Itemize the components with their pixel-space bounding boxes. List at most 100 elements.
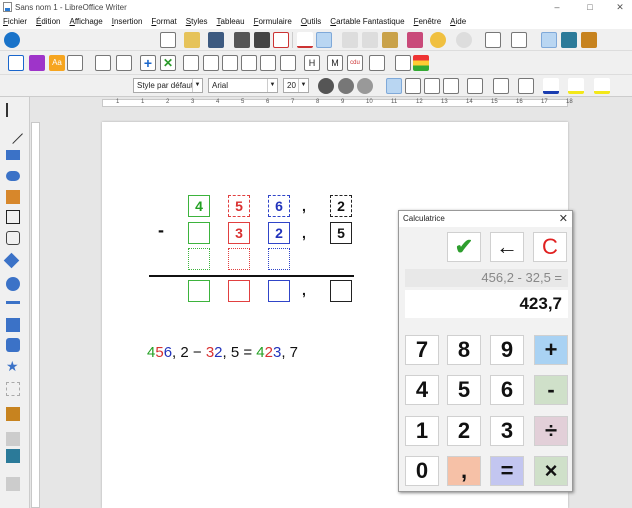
align-center-icon[interactable]: [405, 78, 421, 94]
highlight-icon[interactable]: [568, 78, 584, 94]
document-icon[interactable]: [369, 55, 385, 71]
equation-text[interactable]: 456, 2 − 32, 5 = 423, 7: [147, 344, 298, 361]
digit-tens-row2[interactable]: 3: [228, 222, 250, 244]
carry-cell-hundreds[interactable]: [188, 248, 210, 270]
pdf-export-icon[interactable]: [273, 32, 289, 48]
key-minus[interactable]: -: [534, 375, 568, 405]
paste-icon[interactable]: [382, 32, 398, 48]
gallery-icon[interactable]: [581, 32, 597, 48]
plus-minus-icon[interactable]: [29, 55, 45, 71]
key-equals[interactable]: =: [490, 456, 524, 486]
bullet-list-icon[interactable]: [467, 78, 483, 94]
minimize-button[interactable]: –: [545, 0, 569, 14]
menu-edition[interactable]: Édition: [36, 17, 60, 26]
key-8[interactable]: 8: [447, 335, 481, 365]
key-4[interactable]: 4: [405, 375, 439, 405]
paragraph-style-select[interactable]: Style par défaut ▼: [133, 78, 203, 93]
stars-icon[interactable]: ★: [6, 359, 20, 373]
validate-button[interactable]: ✔: [447, 232, 481, 262]
cylinder-icon[interactable]: [260, 55, 276, 71]
mountain-icon[interactable]: [203, 55, 219, 71]
square-icon[interactable]: [241, 55, 257, 71]
key-5[interactable]: 5: [447, 375, 481, 405]
table-grid-icon[interactable]: [67, 55, 83, 71]
key-3[interactable]: 3: [490, 416, 524, 446]
outline-icon[interactable]: [518, 78, 534, 94]
key-1[interactable]: 1: [405, 416, 439, 446]
menu-fenetre[interactable]: Fenêtre: [414, 17, 442, 26]
digit-tenths-row1[interactable]: 2: [330, 195, 352, 217]
multiplication-icon[interactable]: ✕: [160, 55, 176, 71]
menu-outils[interactable]: Outils: [301, 17, 321, 26]
diagonal-line-icon[interactable]: [116, 55, 132, 71]
ellipse-tool-icon[interactable]: [6, 171, 20, 181]
insert-image-icon[interactable]: [511, 32, 527, 48]
font-name-select[interactable]: Arial ▼: [208, 78, 278, 93]
select-cursor-icon[interactable]: [6, 103, 20, 117]
undo-icon[interactable]: [430, 32, 446, 48]
spellcheck-icon[interactable]: [297, 32, 313, 48]
clone-format-icon[interactable]: [407, 32, 423, 48]
key-plus[interactable]: +: [534, 335, 568, 365]
grid-icon[interactable]: [280, 55, 296, 71]
calculator-close-button[interactable]: ✕: [559, 211, 568, 227]
navigator-icon[interactable]: [561, 32, 577, 48]
italic-icon[interactable]: [338, 78, 354, 94]
background-color-icon[interactable]: [594, 78, 610, 94]
image-map-icon[interactable]: [6, 449, 20, 463]
digit-units-row2[interactable]: 2: [268, 222, 290, 244]
block-arrows-icon[interactable]: [6, 301, 20, 307]
font-color-icon[interactable]: [543, 78, 559, 94]
key-9[interactable]: 9: [490, 335, 524, 365]
backspace-button[interactable]: ←: [490, 232, 524, 262]
key-divide[interactable]: ÷: [534, 416, 568, 446]
menu-formulaire[interactable]: Formulaire: [254, 17, 292, 26]
menu-insertion[interactable]: Insertion: [112, 17, 143, 26]
print-icon[interactable]: [254, 32, 270, 48]
text-box-icon[interactable]: [6, 210, 20, 224]
maximize-button[interactable]: □: [578, 0, 602, 14]
align-left-icon[interactable]: [386, 78, 402, 94]
save-icon[interactable]: [208, 32, 224, 48]
flowchart-icon[interactable]: [6, 318, 20, 332]
pencil-tool-icon[interactable]: [6, 190, 20, 204]
cut-icon[interactable]: [342, 32, 358, 48]
menu-format[interactable]: Format: [151, 17, 176, 26]
redo-icon[interactable]: [456, 32, 472, 48]
lines-icon[interactable]: [8, 55, 24, 71]
callouts-icon[interactable]: [6, 338, 20, 352]
h-icon[interactable]: H: [304, 55, 320, 71]
close-window-button[interactable]: ✕: [608, 0, 632, 14]
align-right-icon[interactable]: [424, 78, 440, 94]
menu-cartable-fantastique[interactable]: Cartable Fantastique: [330, 17, 404, 26]
result-cell-hundreds[interactable]: [188, 280, 210, 302]
menu-fichier[interactable]: Fichier: [3, 17, 27, 26]
clear-button[interactable]: C: [533, 232, 567, 262]
key-multiply[interactable]: ×: [534, 456, 568, 486]
digit-units-row1[interactable]: 6: [268, 195, 290, 217]
numbered-list-icon[interactable]: [493, 78, 509, 94]
addition-icon[interactable]: +: [140, 55, 156, 71]
result-cell-tenths[interactable]: [330, 280, 352, 302]
basic-shapes-icon[interactable]: [3, 252, 20, 269]
result-cell-units[interactable]: [268, 280, 290, 302]
key-7[interactable]: 7: [405, 335, 439, 365]
calculator-icon[interactable]: [395, 55, 411, 71]
new-document-icon[interactable]: [160, 32, 176, 48]
digit-hundreds-row2[interactable]: [188, 222, 210, 244]
open-folder-icon[interactable]: [184, 32, 200, 48]
aa-icon[interactable]: Aa: [49, 55, 65, 71]
sidebar-menu-icon[interactable]: [4, 32, 20, 48]
fit-width-icon[interactable]: [183, 55, 199, 71]
digit-tens-row1[interactable]: 5: [228, 195, 250, 217]
rainbow-icon[interactable]: [413, 55, 429, 71]
fontwork-icon[interactable]: [6, 407, 20, 421]
copy-icon[interactable]: [362, 32, 378, 48]
bold-icon[interactable]: [318, 78, 334, 94]
key-2[interactable]: 2: [447, 416, 481, 446]
menu-affichage[interactable]: Affichage: [69, 17, 102, 26]
key-0[interactable]: 0: [405, 456, 439, 486]
key-comma[interactable]: ,: [447, 456, 481, 486]
cdu-icon[interactable]: cdu: [347, 55, 363, 71]
rectangle-tool-icon[interactable]: [6, 150, 20, 160]
